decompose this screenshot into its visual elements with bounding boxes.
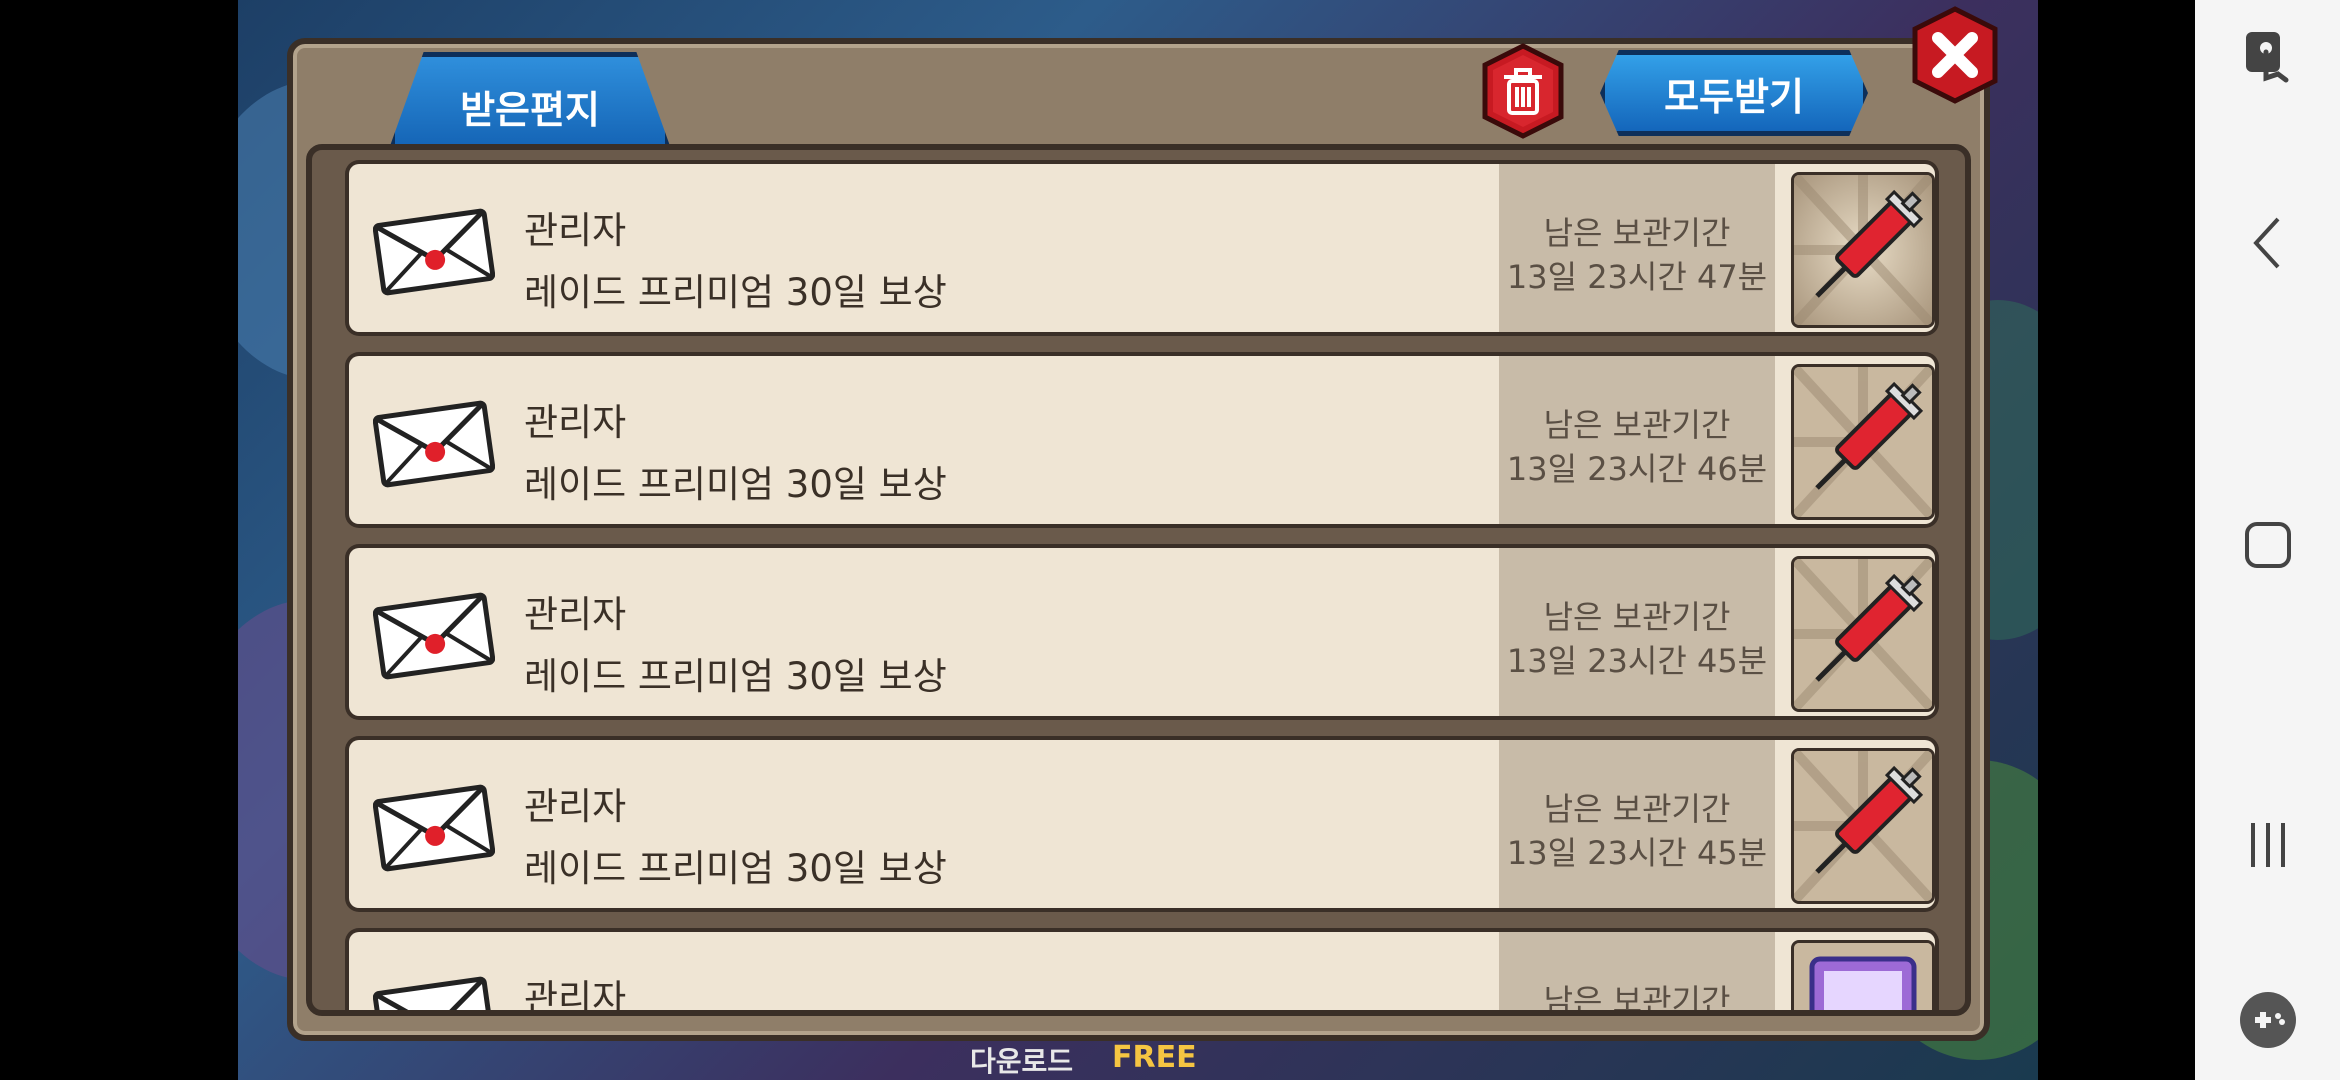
background-free-text: FREE xyxy=(1112,1040,1197,1075)
expiry-panel: 남은 보관기간 13일 23시간 45분 xyxy=(1499,740,1775,908)
reward-item[interactable] xyxy=(1791,940,1935,1010)
mail-row[interactable]: 관리자 남은 보관기간 xyxy=(345,928,1939,1016)
mail-list[interactable]: 관리자 레이드 프리미엄 30일 보상 남은 보관기간 13일 23시간 47분 xyxy=(306,144,1971,1016)
reward-item[interactable] xyxy=(1791,364,1935,520)
envelope-icon xyxy=(373,400,495,488)
expiry-label: 남은 보관기간 xyxy=(1543,214,1731,252)
letterbox-right xyxy=(2038,0,2195,1080)
expiry-label: 남은 보관기간 xyxy=(1543,598,1731,636)
expiry-panel: 남은 보관기간 13일 23시간 45분 xyxy=(1499,548,1775,716)
reward-item[interactable] xyxy=(1791,556,1935,712)
delete-button[interactable] xyxy=(1478,43,1568,139)
receive-all-button[interactable]: 모두받기 xyxy=(1600,50,1868,136)
letterbox-left xyxy=(0,0,238,1080)
expiry-label: 남은 보관기간 xyxy=(1543,406,1731,444)
mail-subject: 레이드 프리미엄 30일 보상 xyxy=(524,271,947,314)
navigation-bar xyxy=(2195,0,2340,1080)
envelope-icon xyxy=(373,784,495,872)
envelope-icon xyxy=(373,592,495,680)
reward-item[interactable] xyxy=(1791,172,1935,328)
mail-subject: 레이드 프리미엄 30일 보상 xyxy=(524,847,947,890)
expiry-label: 남은 보관기간 xyxy=(1543,790,1731,828)
expiry-time: 13일 23시간 45분 xyxy=(1506,834,1768,872)
syringe-icon xyxy=(1794,751,1932,901)
touch-icon[interactable] xyxy=(2195,28,2340,88)
tab-inbox[interactable]: 받은편지 xyxy=(390,52,670,146)
expiry-time: 13일 23시간 45분 xyxy=(1506,642,1768,680)
expiry-time: 13일 23시간 46분 xyxy=(1506,450,1768,488)
trash-icon xyxy=(1504,68,1542,115)
recents-icon[interactable] xyxy=(2195,820,2340,870)
expiry-panel: 남은 보관기간 13일 23시간 46분 xyxy=(1499,356,1775,524)
mail-row[interactable]: 관리자 레이드 프리미엄 30일 보상 남은 보관기간 13일 23시간 45분 xyxy=(345,544,1939,720)
envelope-icon xyxy=(373,976,495,1010)
mail-sender: 관리자 xyxy=(524,209,627,252)
mail-sender: 관리자 xyxy=(524,977,627,1016)
back-icon[interactable] xyxy=(2195,215,2340,271)
game-tools-icon[interactable] xyxy=(2195,990,2340,1050)
expiry-time: 13일 23시간 47분 xyxy=(1506,258,1768,296)
expiry-label: 남은 보관기간 xyxy=(1543,982,1731,1016)
syringe-icon xyxy=(1794,367,1932,517)
syringe-icon xyxy=(1794,559,1932,709)
card-icon xyxy=(1794,943,1932,1010)
mail-sender: 관리자 xyxy=(524,785,627,828)
background-download-text: 다운로드 xyxy=(970,1045,1074,1078)
mail-sender: 관리자 xyxy=(524,593,627,636)
home-icon[interactable] xyxy=(2195,520,2340,570)
mail-subject: 레이드 프리미엄 30일 보상 xyxy=(524,463,947,506)
envelope-icon xyxy=(373,208,495,296)
mail-row[interactable]: 관리자 레이드 프리미엄 30일 보상 남은 보관기간 13일 23시간 45분 xyxy=(345,736,1939,912)
expiry-panel: 남은 보관기간 13일 23시간 47분 xyxy=(1499,164,1775,332)
reward-item[interactable] xyxy=(1791,748,1935,904)
mail-row[interactable]: 관리자 레이드 프리미엄 30일 보상 남은 보관기간 13일 23시간 46분 xyxy=(345,352,1939,528)
expiry-panel: 남은 보관기간 xyxy=(1499,932,1775,1016)
close-button[interactable] xyxy=(1910,6,2000,104)
syringe-icon xyxy=(1794,175,1932,325)
mail-row[interactable]: 관리자 레이드 프리미엄 30일 보상 남은 보관기간 13일 23시간 47분 xyxy=(345,160,1939,336)
mail-subject: 레이드 프리미엄 30일 보상 xyxy=(524,655,947,698)
mail-sender: 관리자 xyxy=(524,401,627,444)
